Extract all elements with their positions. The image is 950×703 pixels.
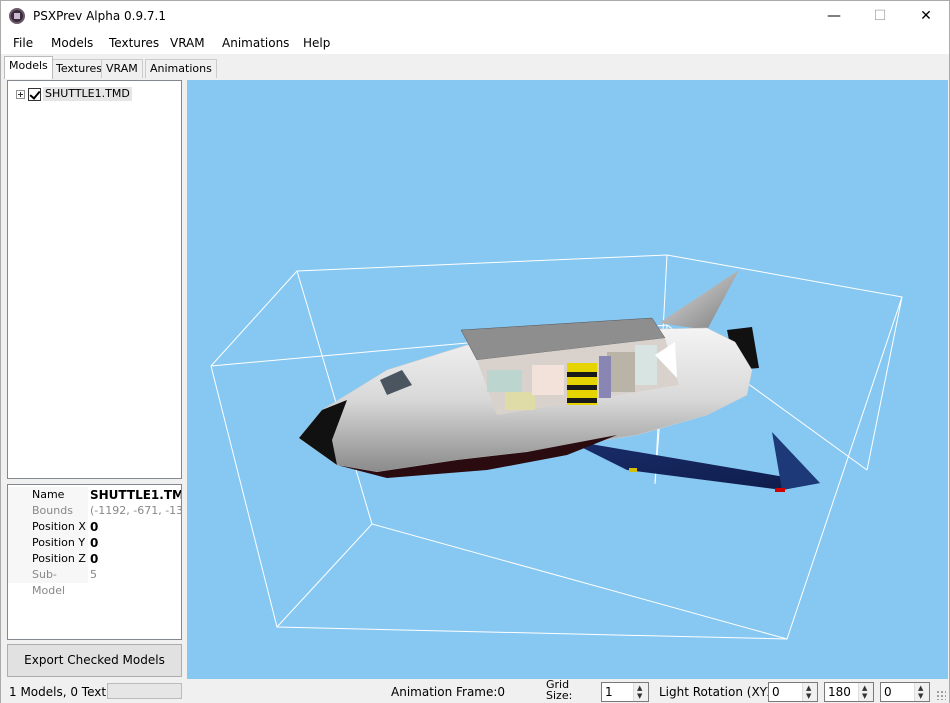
spin-up-icon[interactable]: ▲: [918, 685, 923, 692]
menu-bar: File Models Textures VRAM Animations Hel…: [1, 32, 949, 54]
light-x-value[interactable]: 0: [772, 685, 780, 699]
3d-viewport[interactable]: [187, 80, 948, 679]
app-window: PSXPrev Alpha 0.9.7.1 — ☐ ✕ File Models …: [0, 0, 950, 703]
menu-file[interactable]: File: [13, 36, 33, 50]
property-row-name: Name SHUTTLE1.TMD: [8, 487, 181, 503]
spin-down-icon[interactable]: ▼: [806, 693, 811, 700]
property-key: Position Y: [8, 535, 88, 551]
light-y-spinner[interactable]: 180 ▲ ▼: [824, 682, 874, 702]
tree-item-label[interactable]: SHUTTLE1.TMD: [43, 87, 132, 101]
payload-panel: [635, 345, 657, 385]
spin-up-icon[interactable]: ▲: [862, 685, 867, 692]
tab-animations[interactable]: Animations: [145, 59, 217, 78]
wing-marker: [629, 468, 637, 472]
psxprev-app-icon: [9, 8, 25, 24]
tab-textures[interactable]: Textures: [51, 59, 107, 78]
menu-help[interactable]: Help: [303, 36, 330, 50]
spinner-arrows[interactable]: ▲ ▼: [633, 683, 648, 701]
payload-panel: [607, 352, 635, 392]
property-row-position-y: Position Y 0: [8, 535, 181, 551]
tree-item[interactable]: SHUTTLE1.TMD: [16, 86, 132, 102]
light-z-spinner[interactable]: 0 ▲ ▼: [880, 682, 930, 702]
light-rotation-label: Light Rotation (XYZ):: [659, 685, 784, 699]
light-y-value[interactable]: 180: [828, 685, 851, 699]
spin-down-icon[interactable]: ▼: [637, 693, 642, 700]
progress-bar: [107, 683, 182, 699]
property-row-sub-model: Sub-Model 5: [8, 567, 181, 597]
property-key: Bounds: [8, 503, 88, 519]
tab-vram[interactable]: VRAM: [101, 59, 143, 78]
status-bar: 1 Models, 0 Textur Animation Frame:0 Gri…: [1, 679, 949, 703]
minimize-button[interactable]: —: [811, 1, 857, 32]
menu-models[interactable]: Models: [51, 36, 93, 50]
menu-animations[interactable]: Animations: [222, 36, 289, 50]
payload-panel: [532, 365, 564, 395]
maximize-button[interactable]: ☐: [857, 1, 903, 32]
animation-frame-label: Animation Frame:0: [391, 685, 506, 699]
property-value[interactable]: 0: [90, 535, 98, 551]
grid-size-label-line2: Size:: [546, 689, 573, 702]
spinner-arrows[interactable]: ▲ ▼: [802, 683, 817, 701]
engine-marker: [775, 488, 785, 492]
close-button[interactable]: ✕: [903, 1, 949, 32]
spinner-arrows[interactable]: ▲ ▼: [914, 683, 929, 701]
tab-models[interactable]: Models: [4, 56, 53, 79]
property-grid[interactable]: Name SHUTTLE1.TMD Bounds (-1192, -671, -…: [7, 484, 182, 640]
spin-up-icon[interactable]: ▲: [637, 685, 642, 692]
model-checkbox[interactable]: [28, 87, 41, 101]
payload-panel: [505, 392, 535, 410]
property-key: Position Z: [8, 551, 88, 567]
export-checked-models-button[interactable]: Export Checked Models: [7, 644, 182, 677]
model-texture-count: 1 Models, 0 Textur: [9, 685, 119, 699]
menu-vram[interactable]: VRAM: [170, 36, 205, 50]
grid-size-value[interactable]: 1: [605, 685, 613, 699]
spin-down-icon[interactable]: ▼: [918, 693, 923, 700]
model-tree[interactable]: SHUTTLE1.TMD: [7, 80, 182, 479]
spin-up-icon[interactable]: ▲: [806, 685, 811, 692]
property-value[interactable]: 0: [90, 519, 98, 535]
shuttle-tail-fin: [659, 270, 739, 330]
property-value[interactable]: 0: [90, 551, 98, 567]
property-key: Sub-Model: [8, 567, 88, 597]
payload-panel: [599, 356, 611, 398]
model-render: [210, 254, 903, 640]
grid-size-spinner[interactable]: 1 ▲ ▼: [601, 682, 649, 702]
property-row-position-z: Position Z 0: [8, 551, 181, 567]
menu-textures[interactable]: Textures: [109, 36, 159, 50]
property-row-bounds: Bounds (-1192, -671, -1335): [8, 503, 182, 519]
property-value: (-1192, -671, -1335): [90, 504, 182, 517]
expand-icon[interactable]: [16, 89, 25, 99]
light-x-spinner[interactable]: 0 ▲ ▼: [768, 682, 818, 702]
title-bar[interactable]: PSXPrev Alpha 0.9.7.1 — ☐ ✕: [1, 1, 949, 32]
spinner-arrows[interactable]: ▲ ▼: [858, 683, 873, 701]
spin-down-icon[interactable]: ▼: [862, 693, 867, 700]
property-key: Name: [8, 487, 88, 503]
property-key: Position X: [8, 519, 88, 535]
payload-panel: [487, 370, 522, 392]
property-value: 5: [90, 568, 97, 581]
resize-grip-icon[interactable]: [936, 690, 946, 700]
window-title: PSXPrev Alpha 0.9.7.1: [33, 9, 166, 23]
grid-size-label: Grid Size:: [546, 679, 572, 701]
light-z-value[interactable]: 0: [884, 685, 892, 699]
payload-cylinder: [567, 363, 597, 405]
property-row-position-x: Position X 0: [8, 519, 181, 535]
property-value[interactable]: SHUTTLE1.TMD: [90, 487, 181, 503]
